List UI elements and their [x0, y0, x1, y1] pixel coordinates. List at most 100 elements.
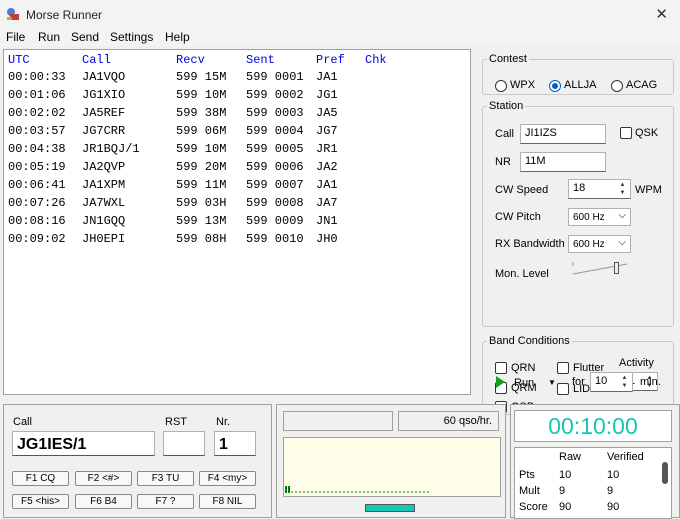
activity-label: Activity: [619, 357, 654, 369]
cell-pref: JA2: [316, 160, 338, 174]
cw-speed-input[interactable]: 18 ▲ ▼: [568, 179, 631, 199]
cw-pitch-select[interactable]: 600 Hz: [568, 208, 631, 226]
run-dropdown-icon[interactable]: ▼: [548, 378, 556, 387]
cw-speed-label: CW Speed: [495, 184, 549, 196]
cell-call: JR1BQJ/1: [82, 142, 140, 156]
for-label: for: [572, 376, 585, 388]
status-empty-field: [283, 411, 393, 431]
f1-button[interactable]: F1 CQ: [12, 471, 69, 486]
cw-speed-spinner-icon[interactable]: ▲ ▼: [616, 181, 629, 197]
cw-pitch-label: CW Pitch: [495, 211, 541, 223]
f5-button[interactable]: F5 <his>: [12, 494, 69, 509]
mon-level-thumb[interactable]: [614, 262, 619, 274]
score-row-label: Score: [519, 501, 548, 513]
cell-call: JH0EPI: [82, 232, 126, 246]
score-scrollbar[interactable]: [662, 462, 668, 484]
qrn-label[interactable]: QRN: [511, 362, 535, 374]
contest-allja-radio[interactable]: [549, 80, 561, 92]
col-chk[interactable]: Chk: [365, 53, 387, 67]
score-panel: 00:10:00 Raw Verified Pts 10 10 Mult 9 9…: [510, 404, 680, 519]
run-minutes-input[interactable]: 10 ▲ ▼: [590, 372, 633, 392]
mon-level-slider[interactable]: [572, 260, 630, 276]
qsk-label[interactable]: QSK: [635, 127, 658, 139]
cell-recv: 599 11M: [176, 178, 227, 192]
title-bar: Morse Runner ✕: [0, 0, 680, 28]
window-title: Morse Runner: [26, 8, 103, 22]
lids-checkbox[interactable]: [557, 383, 569, 395]
score-verified-value: 90: [607, 501, 620, 513]
cell-utc: 00:09:02: [8, 232, 66, 246]
scope-scroll-thumb[interactable]: [365, 504, 415, 512]
cell-recv: 599 15M: [176, 70, 227, 84]
cell-pref: JG1: [316, 88, 338, 102]
score-raw-value: 10: [559, 469, 572, 481]
col-sent[interactable]: Sent: [246, 53, 275, 67]
wpm-label: WPM: [635, 184, 662, 196]
f6-button[interactable]: F6 B4: [75, 494, 132, 509]
cell-sent: 599 0007: [246, 178, 304, 192]
contest-wpx-radio[interactable]: [495, 80, 507, 92]
f2-button[interactable]: F2 <#>: [75, 471, 132, 486]
score-raw-value: 9: [559, 485, 566, 497]
col-utc[interactable]: UTC: [8, 53, 30, 67]
qso-rate: 60 qso/hr.: [398, 411, 499, 431]
run-minutes-spinner-icon[interactable]: ▲ ▼: [618, 374, 631, 390]
contest-wpx-label[interactable]: WPX: [510, 79, 535, 91]
entry-nr-input[interactable]: 1: [214, 431, 256, 456]
qso-log[interactable]: UTC Call Recv Sent Pref Chk 00:00:33 JA1V…: [3, 49, 471, 395]
f4-button[interactable]: F4 <my>: [199, 471, 256, 486]
cell-utc: 00:02:02: [8, 106, 66, 120]
run-minutes-value: 10: [595, 375, 608, 387]
entry-call-label: Call: [13, 416, 32, 428]
scope-trace: [285, 486, 430, 493]
cell-recv: 599 38M: [176, 106, 227, 120]
cell-sent: 599 0009: [246, 214, 304, 228]
station-nr-input[interactable]: 11M: [520, 152, 606, 172]
menu-help[interactable]: Help: [165, 30, 190, 44]
cell-call: JA5REF: [82, 106, 126, 120]
entry-call-input[interactable]: JG1IES/1: [12, 431, 155, 456]
run-button-label[interactable]: Run: [514, 377, 534, 389]
rx-bandwidth-select[interactable]: 600 Hz: [568, 235, 631, 253]
menu-run[interactable]: Run: [38, 30, 60, 44]
menu-send[interactable]: Send: [71, 30, 99, 44]
station-call-input[interactable]: JI1IZS: [520, 124, 606, 144]
f8-button[interactable]: F8 NIL: [199, 494, 256, 509]
cell-call: JG1XIO: [82, 88, 126, 102]
f3-button[interactable]: F3 TU: [137, 471, 194, 486]
entry-rst-input[interactable]: [163, 431, 205, 456]
cell-pref: JR1: [316, 142, 338, 156]
qrn-checkbox[interactable]: [495, 362, 507, 374]
cell-call: JA2QVP: [82, 160, 126, 174]
cell-utc: 00:01:06: [8, 88, 66, 102]
col-recv[interactable]: Recv: [176, 53, 205, 67]
cell-utc: 00:08:16: [8, 214, 66, 228]
mon-level-label: Mon. Level: [495, 268, 549, 280]
cell-recv: 599 08H: [176, 232, 227, 246]
close-icon[interactable]: ✕: [655, 5, 668, 23]
band-conditions-group: Band Conditions QRN Flutter Activity 1 ▲…: [482, 335, 674, 415]
col-call[interactable]: Call: [82, 53, 111, 67]
min-label: min.: [640, 376, 661, 388]
contest-allja-label[interactable]: ALLJA: [564, 79, 596, 91]
mon-level-track: [572, 262, 628, 275]
cell-utc: 00:06:41: [8, 178, 66, 192]
bottom-area: Call JG1IES/1 RST Nr. 1 F1 CQ F2 <#> F3 …: [3, 404, 680, 519]
qsk-checkbox[interactable]: [620, 127, 632, 139]
menu-file[interactable]: File: [6, 30, 25, 44]
cell-call: JA1VQO: [82, 70, 126, 84]
f7-button[interactable]: F7 ?: [137, 494, 194, 509]
app-icon: [7, 8, 19, 20]
signal-scope: [283, 437, 501, 497]
station-nr-label: NR: [495, 156, 511, 168]
menu-settings[interactable]: Settings: [110, 30, 153, 44]
run-play-icon[interactable]: [495, 376, 507, 388]
cell-call: JA7WXL: [82, 196, 126, 210]
station-call-label: Call: [495, 128, 514, 140]
flutter-checkbox[interactable]: [557, 362, 569, 374]
col-pref[interactable]: Pref: [316, 53, 345, 67]
contest-acag-radio[interactable]: [611, 80, 623, 92]
entry-nr-label: Nr.: [216, 416, 231, 428]
contest-acag-label[interactable]: ACAG: [626, 79, 657, 91]
band-legend: Band Conditions: [489, 335, 570, 347]
